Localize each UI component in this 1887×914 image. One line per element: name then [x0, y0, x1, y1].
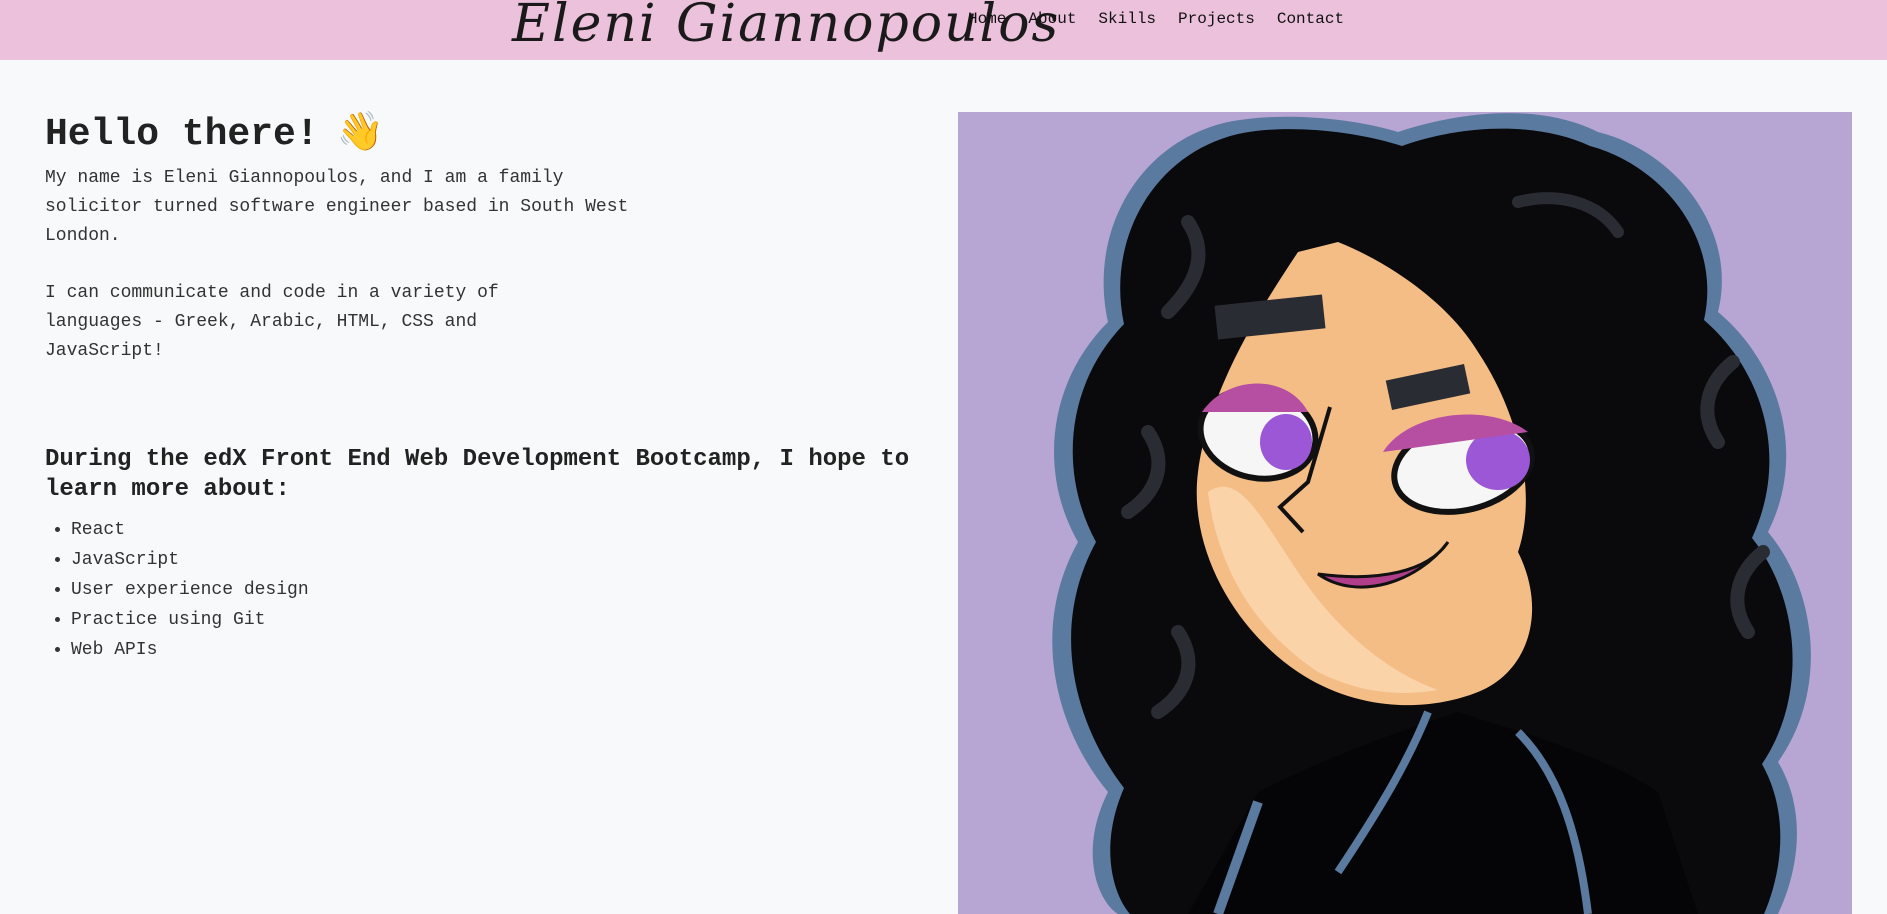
nav-links: Home About Skills Projects Contact	[968, 10, 1366, 28]
list-item: Practice using Git	[71, 605, 309, 635]
wave-icon: 👋	[336, 113, 384, 156]
learning-heading: During the edX Front End Web Development…	[45, 446, 910, 503]
nav-link-skills[interactable]: Skills	[1098, 10, 1156, 28]
list-item: React	[71, 515, 309, 545]
list-item: Web APIs	[71, 635, 309, 665]
intro-paragraph: My name is Eleni Giannopoulos, and I am …	[45, 168, 629, 246]
nav-link-contact[interactable]: Contact	[1277, 10, 1344, 28]
cartoon-portrait-illustration	[958, 112, 1852, 914]
list-item: User experience design	[71, 575, 309, 605]
list-item: JavaScript	[71, 545, 309, 575]
portrait-image	[958, 112, 1852, 914]
nav-link-projects[interactable]: Projects	[1178, 10, 1255, 28]
hero-title-text: Hello there!	[45, 113, 319, 156]
languages-paragraph: I can communicate and code in a variety …	[45, 283, 499, 361]
nav-link-home[interactable]: Home	[968, 10, 1006, 28]
hero-title: Hello there! 👋	[45, 110, 384, 156]
learning-list: React JavaScript User experience design …	[45, 515, 309, 665]
navbar: Eleni Giannopoulos Home About Skills Pro…	[0, 0, 1887, 60]
nav-link-about[interactable]: About	[1028, 10, 1076, 28]
